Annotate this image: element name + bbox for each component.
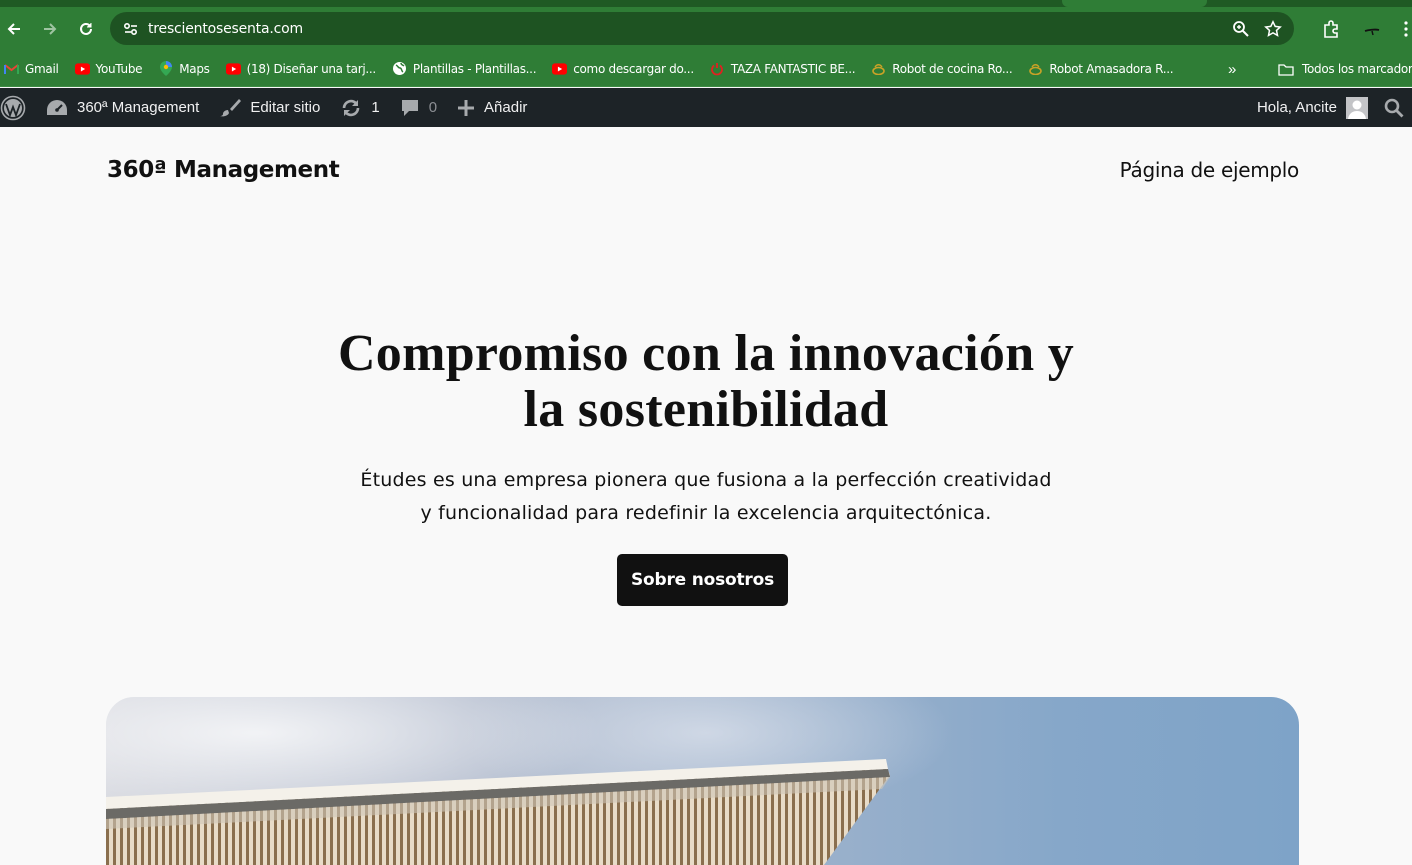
bookmark-plantillas[interactable]: Plantillas - Plantillas... [392, 55, 544, 83]
dashboard-icon [47, 99, 67, 115]
bookmarks-bar: Gmail YouTube Maps (18) Diseñar una tarj… [0, 51, 1412, 87]
tune-icon [123, 22, 138, 35]
add-new-menu[interactable]: Añadir [447, 88, 537, 127]
nav-link-sample-page[interactable]: Página de ejemplo [1120, 158, 1300, 182]
updates-count: 1 [371, 99, 380, 116]
bookmark-label: Robot de cocina Ro... [892, 61, 1013, 76]
bookmark-label: Gmail [25, 61, 59, 76]
address-bar[interactable]: trescientosesenta.com [110, 12, 1294, 45]
chevron-double-right-icon: » [1228, 60, 1237, 78]
hero-description-line: y funcionalidad para redefinir la excele… [420, 502, 992, 524]
my-account-menu[interactable]: Hola, Ancite [1247, 88, 1374, 127]
browser-toolbar: trescientosesenta.com [0, 7, 1412, 51]
bookmark-taza[interactable]: TAZA FANTASTIC BE... [710, 55, 863, 83]
updates-link[interactable]: 1 [330, 88, 389, 127]
extensions-icon[interactable] [1322, 20, 1340, 38]
reload-button[interactable] [68, 11, 104, 47]
wp-logo-menu[interactable] [0, 88, 36, 127]
hero-heading-line: Compromiso con la innovación y [337, 325, 1075, 382]
bookmark-label: Plantillas - Plantillas... [412, 61, 537, 76]
bookmark-label: YouTube [95, 61, 143, 76]
user-avatar-icon [1348, 100, 1366, 119]
bookmark-label: Robot Amasadora R... [1049, 61, 1174, 76]
search-icon [1384, 98, 1404, 117]
site-name-menu[interactable]: 360ª Management [36, 88, 209, 127]
tab-strip [0, 0, 1412, 7]
back-button[interactable] [0, 11, 32, 47]
bookmark-robot-cocina[interactable]: Robot de cocina Ro... [871, 55, 1020, 83]
bookmark-label: como descargar do... [573, 61, 694, 76]
star-icon[interactable] [1264, 19, 1282, 38]
youtube-icon [74, 61, 90, 76]
site-name-label: 360ª Management [77, 99, 200, 116]
gmail-icon [4, 61, 19, 76]
admin-search-button[interactable] [1374, 88, 1412, 127]
edit-site-link[interactable]: Editar sitio [209, 88, 330, 127]
avatar [1346, 96, 1368, 119]
comments-link[interactable]: 0 [390, 88, 447, 127]
comments-count: 0 [428, 99, 438, 116]
bookmark-gmail[interactable]: Gmail [4, 55, 67, 83]
youtube-icon [225, 61, 241, 76]
bookmark-robot-amasadora[interactable]: Robot Amasadora R... [1028, 55, 1181, 83]
menu-kebab-icon[interactable] [1404, 21, 1408, 37]
arrow-right-icon [44, 23, 57, 35]
all-bookmarks-label: Todos los marcadores [1302, 62, 1412, 76]
bookmark-youtube-tarjeta[interactable]: (18) Diseñar una tarj... [225, 55, 384, 83]
site-info-button[interactable] [114, 22, 148, 36]
forward-button[interactable] [32, 11, 68, 47]
bookmark-maps[interactable]: Maps [158, 55, 217, 83]
about-us-button[interactable]: Sobre nosotros [617, 554, 788, 606]
reload-icon [80, 22, 92, 35]
site-title[interactable]: 360ª Management [107, 157, 340, 183]
power-icon [710, 61, 725, 76]
bookmark-label: TAZA FANTASTIC BE... [730, 61, 856, 76]
wp-admin-bar: 360ª Management Editar sitio 1 0 Añadir … [0, 88, 1412, 127]
maps-icon [158, 61, 173, 76]
greeting-label: Hola, Ancite [1256, 99, 1337, 116]
youtube-icon [552, 61, 568, 76]
robot-icon [871, 61, 886, 76]
bookmark-youtube[interactable]: YouTube [74, 55, 151, 83]
update-icon [343, 99, 360, 116]
edit-site-label: Editar sitio [250, 99, 321, 116]
hero-heading-line: la sostenibilidad [523, 381, 889, 438]
hero-description: Études es una empresa pionera que fusion… [330, 464, 1082, 530]
active-tab[interactable] [1062, 0, 1207, 7]
hero-heading: Compromiso con la innovación y la sosten… [300, 326, 1112, 438]
profile-avatar[interactable] [1362, 19, 1382, 39]
add-new-label: Añadir [484, 99, 528, 116]
site-header: 360ª Management Página de ejemplo [107, 155, 1299, 185]
bookmarks-overflow-button[interactable]: » [1228, 51, 1236, 87]
building-canopy [106, 759, 890, 865]
architecture-image [106, 697, 1299, 865]
brush-icon [220, 98, 242, 116]
hero-description-line: Études es una empresa pionera que fusion… [360, 469, 1052, 491]
bookmark-label: (18) Diseñar una tarj... [246, 61, 377, 76]
profile-icon [1364, 28, 1380, 36]
bookmark-youtube-descargar[interactable]: como descargar do... [552, 55, 702, 83]
bookmark-label: Maps [179, 61, 210, 76]
folder-icon [1278, 63, 1294, 76]
url-text[interactable]: trescientosesenta.com [148, 21, 303, 37]
wordpress-icon [0, 95, 26, 120]
zoom-icon[interactable] [1232, 20, 1250, 38]
arrow-left-icon [7, 23, 20, 35]
all-bookmarks-folder[interactable]: Todos los marcadores [1278, 51, 1412, 87]
globe-icon [392, 61, 407, 76]
robot-icon [1028, 61, 1043, 76]
comment-icon [401, 99, 418, 116]
plus-icon [458, 99, 475, 116]
